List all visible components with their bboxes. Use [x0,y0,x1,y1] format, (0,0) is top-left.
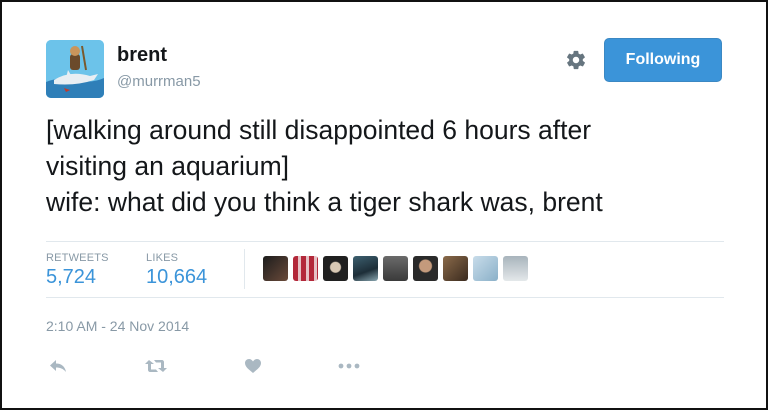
author-name[interactable]: brent [117,44,167,67]
stats-bottom-divider [46,297,724,298]
tweet-timestamp[interactable]: 2:10 AM - 24 Nov 2014 [46,318,189,334]
liker-avatar[interactable] [323,256,348,281]
avatar[interactable] [46,40,104,98]
likes-label[interactable]: LIKES [146,252,178,264]
gear-icon[interactable] [565,49,587,71]
tweet-line: wife: what did you think a tiger shark w… [46,187,603,217]
likes-count[interactable]: 10,664 [146,266,207,289]
liker-avatar[interactable] [503,256,528,281]
liker-avatars [263,256,528,281]
more-icon[interactable] [338,355,360,377]
liker-avatar[interactable] [443,256,468,281]
retweets-count[interactable]: 5,724 [46,266,96,289]
stats-top-divider [46,241,724,242]
like-icon[interactable] [244,355,262,377]
reply-icon[interactable] [48,355,68,377]
retweet-icon[interactable] [144,355,168,377]
liker-avatar[interactable] [473,256,498,281]
liker-avatar[interactable] [293,256,318,281]
liker-avatar[interactable] [413,256,438,281]
liker-avatar[interactable] [383,256,408,281]
retweets-label[interactable]: RETWEETS [46,252,109,264]
tweet-line: [walking around still disappointed 6 hou… [46,115,592,145]
stats-divider [244,249,245,289]
author-handle[interactable]: @murrman5 [117,73,201,90]
tweet-line: visiting an aquarium] [46,151,290,181]
avatar-image [46,40,104,98]
following-button[interactable]: Following [604,38,722,82]
tweet-text: [walking around still disappointed 6 hou… [46,112,736,220]
liker-avatar[interactable] [263,256,288,281]
liker-avatar[interactable] [353,256,378,281]
